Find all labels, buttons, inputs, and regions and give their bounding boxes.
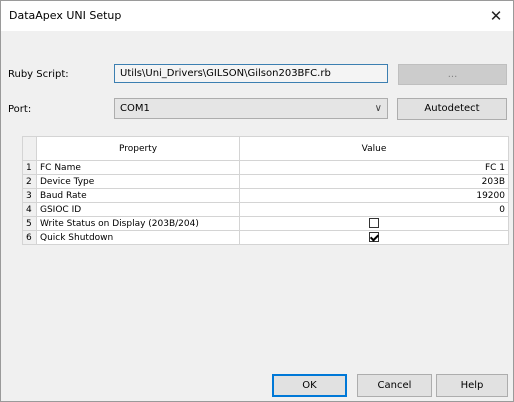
ok-button[interactable]: OK	[272, 374, 347, 397]
property-column-header[interactable]: Property	[36, 136, 240, 161]
title-bar: DataApex UNI Setup ✕	[1, 1, 513, 31]
row-number: 2	[22, 174, 37, 189]
property-grid: Property Value 1 FC Name FC 1 2 Device T…	[22, 136, 509, 245]
property-name: FC Name	[36, 160, 240, 175]
property-name: Write Status on Display (203B/204)	[36, 216, 240, 231]
row-number: 4	[22, 202, 37, 217]
row-number: 3	[22, 188, 37, 203]
property-value-cell	[239, 230, 509, 245]
value-column-header[interactable]: Value	[239, 136, 509, 161]
chevron-down-icon: ∨	[374, 103, 382, 114]
write-status-checkbox[interactable]	[369, 218, 379, 229]
window-title: DataApex UNI Setup	[9, 9, 122, 22]
row-number: 5	[22, 216, 37, 231]
port-label: Port:	[8, 104, 32, 115]
property-value[interactable]: 19200	[239, 188, 509, 203]
cancel-button[interactable]: Cancel	[357, 374, 432, 397]
help-button[interactable]: Help	[436, 374, 508, 397]
property-name: Quick Shutdown	[36, 230, 240, 245]
browse-button[interactable]: ...	[398, 64, 507, 85]
uni-setup-dialog: DataApex UNI Setup ✕ Ruby Script: Utils\…	[0, 0, 514, 402]
ruby-script-field[interactable]: Utils\Uni_Drivers\GILSON\Gilson203BFC.rb	[114, 64, 388, 83]
property-value[interactable]: 0	[239, 202, 509, 217]
property-value-cell	[239, 216, 509, 231]
property-name: GSIOC ID	[36, 202, 240, 217]
property-value[interactable]: 203B	[239, 174, 509, 189]
table-row[interactable]: 3 Baud Rate 19200	[22, 188, 509, 203]
row-number: 1	[22, 160, 37, 175]
property-name: Device Type	[36, 174, 240, 189]
row-number-header	[22, 136, 37, 161]
port-select[interactable]: COM1 ∨	[114, 98, 388, 119]
table-row[interactable]: 2 Device Type 203B	[22, 174, 509, 189]
ruby-script-label: Ruby Script:	[8, 69, 69, 80]
table-row[interactable]: 4 GSIOC ID 0	[22, 202, 509, 217]
grid-header-row: Property Value	[22, 136, 509, 161]
row-number: 6	[22, 230, 37, 245]
table-row[interactable]: 6 Quick Shutdown	[22, 230, 509, 245]
property-value[interactable]: FC 1	[239, 160, 509, 175]
quick-shutdown-checkbox[interactable]	[369, 232, 379, 243]
table-row[interactable]: 5 Write Status on Display (203B/204)	[22, 216, 509, 231]
table-row[interactable]: 1 FC Name FC 1	[22, 160, 509, 175]
autodetect-button[interactable]: Autodetect	[397, 98, 507, 120]
close-icon[interactable]: ✕	[483, 3, 509, 29]
property-name: Baud Rate	[36, 188, 240, 203]
port-selected-value: COM1	[120, 103, 150, 114]
